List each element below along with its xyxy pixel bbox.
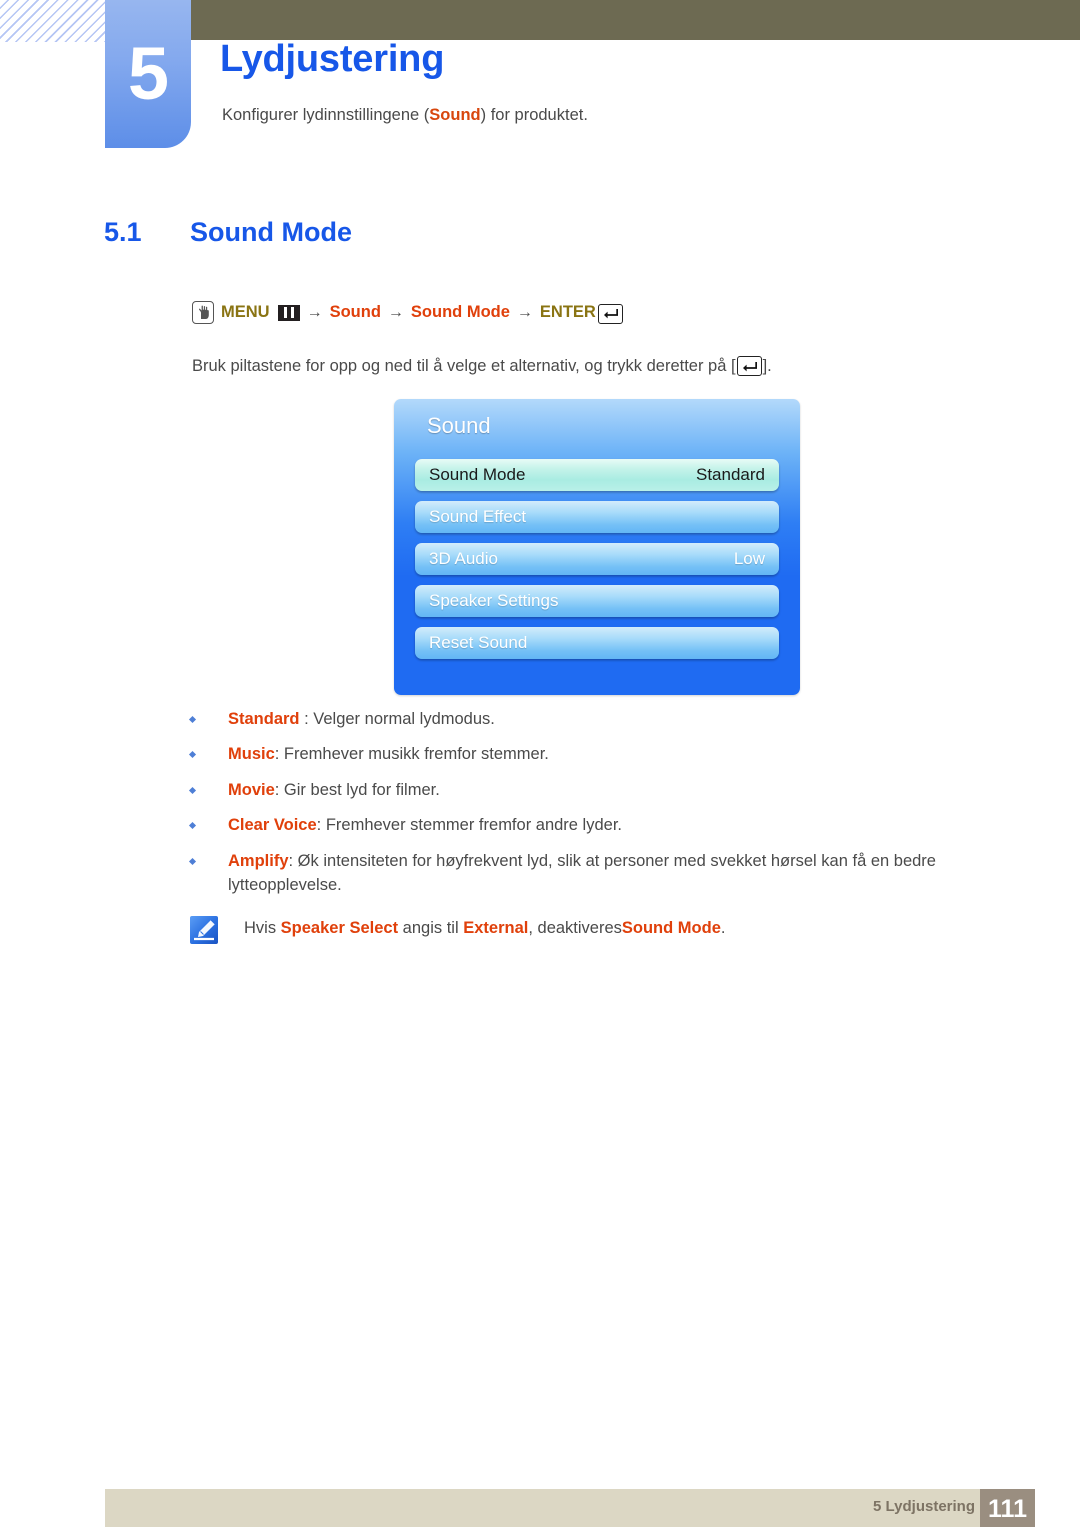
list-item: Standard : Velger normal lydmodus. — [188, 708, 990, 732]
menu-label: MENU — [221, 303, 270, 321]
osd-row-value: Standard — [696, 465, 765, 484]
chapter-number-tile: 5 — [105, 0, 191, 148]
instruction-before: Bruk piltastene for opp og ned til å vel… — [192, 356, 736, 375]
list-item: Music: Fremhever musikk fremfor stemmer. — [188, 743, 990, 767]
chapter-subtitle: Konfigurer lydinnstillingene (Sound) for… — [222, 106, 588, 125]
note-term-sound-mode: Sound Mode — [621, 919, 721, 937]
osd-row-speaker-settings[interactable]: Speaker Settings — [415, 585, 779, 617]
menu-path-step-2: Sound Mode — [410, 303, 510, 321]
section-title: Sound Mode — [190, 217, 352, 247]
list-item-description: : Fremhever stemmer fremfor andre lyder. — [316, 816, 622, 835]
osd-row-label: Speaker Settings — [429, 591, 559, 610]
list-item-term: Amplify — [228, 851, 289, 870]
arrow-2: → — [387, 303, 404, 321]
footer-bar: 5 Lydjustering 111 — [105, 1489, 1035, 1527]
arrow-1: → — [306, 303, 323, 321]
list-item-text: Standard : Velger normal lydmodus. — [228, 708, 990, 732]
note-part-4: . — [720, 919, 726, 937]
list-item: Amplify: Øk intensiteten for høyfrekvent… — [188, 850, 990, 898]
osd-row-reset-sound[interactable]: Reset Sound — [415, 627, 779, 659]
arrow-3: → — [516, 303, 533, 321]
list-item-description: : Gir best lyd for filmer. — [274, 780, 440, 799]
list-item: Movie: Gir best lyd for filmer. — [188, 779, 990, 803]
bullet-diamond-icon — [188, 743, 228, 767]
osd-row-label: 3D Audio — [429, 549, 498, 568]
osd-row-sound-effect[interactable]: Sound Effect — [415, 501, 779, 533]
chapter-subtitle-highlight: Sound — [429, 106, 481, 124]
list-item-term: Movie — [228, 780, 275, 799]
osd-row-label: Reset Sound — [429, 633, 528, 652]
chapter-title: Lydjustering — [220, 38, 445, 80]
note-block: Hvis Speaker Select angis til External, … — [190, 916, 725, 944]
list-item-text: Music: Fremhever musikk fremfor stemmer. — [228, 743, 990, 767]
chapter-subtitle-post: ) for produktet. — [480, 106, 588, 124]
enter-label: ENTER — [539, 303, 596, 321]
header-band — [190, 0, 1080, 40]
list-item-text: Clear Voice: Fremhever stemmer fremfor a… — [228, 814, 990, 838]
note-part-3: , deaktiveres — [528, 919, 622, 937]
footer-chapter-label: 5 Lydjustering — [873, 1498, 975, 1515]
osd-title: Sound — [427, 413, 491, 438]
list-item: Clear Voice: Fremhever stemmer fremfor a… — [188, 814, 990, 838]
bullet-diamond-icon — [188, 708, 228, 732]
chapter-subtitle-pre: Konfigurer lydinnstillingene ( — [222, 106, 430, 124]
osd-row-label: Sound Mode — [429, 465, 526, 484]
footer-page-number: 111 — [980, 1489, 1035, 1527]
decorative-hatch-pattern — [0, 0, 106, 42]
note-part-2: angis til — [398, 919, 464, 937]
list-item-text: Movie: Gir best lyd for filmer. — [228, 779, 990, 803]
list-item-term: Music — [228, 745, 275, 764]
note-term-speaker-select: Speaker Select — [280, 919, 399, 937]
note-part-1: Hvis — [244, 919, 281, 937]
menu-path-step-1: Sound — [329, 303, 381, 321]
list-item-text: Amplify: Øk intensiteten for høyfrekvent… — [228, 850, 990, 898]
bullet-diamond-icon — [188, 779, 228, 803]
list-item-term: Clear Voice — [228, 816, 317, 835]
note-pen-icon — [190, 916, 218, 944]
menu-bars-icon — [277, 304, 300, 321]
instruction-text: Bruk piltastene for opp og ned til å vel… — [192, 356, 772, 376]
note-term-external: External — [463, 919, 529, 937]
list-item-term: Standard — [228, 710, 300, 728]
instruction-after: ]. — [762, 356, 772, 375]
enter-key-icon — [597, 303, 623, 324]
osd-row-list: Sound Mode Standard Sound Effect 3D Audio Lo… — [415, 459, 779, 669]
section-number: 5.1 — [104, 217, 142, 247]
bullet-diamond-icon — [188, 850, 228, 898]
osd-row-label: Sound Effect — [429, 507, 527, 526]
osd-menu-panel: Sound Sound Mode Standard Sound Effect 3D A… — [394, 399, 800, 695]
list-item-description: : Fremhever musikk fremfor stemmer. — [274, 745, 549, 764]
note-text: Hvis Speaker Select angis til External, … — [244, 916, 725, 938]
osd-row-value: Low — [733, 549, 765, 568]
list-item-description: : Øk intensiteten for høyfrekvent lyd, s… — [228, 851, 936, 894]
hand-click-icon — [192, 301, 214, 324]
menu-path-breadcrumb: MENU → Sound → Sound Mode → ENTER — [192, 301, 623, 324]
bullet-diamond-icon — [188, 814, 228, 838]
sound-mode-options-list: Standard : Velger normal lydmodus. Music:… — [188, 708, 990, 909]
enter-key-icon-inline — [736, 356, 762, 376]
osd-row-sound-mode[interactable]: Sound Mode Standard — [415, 459, 779, 491]
osd-row-3d-audio[interactable]: 3D Audio Low — [415, 543, 779, 575]
list-item-description: : Velger normal lydmodus. — [299, 710, 495, 728]
